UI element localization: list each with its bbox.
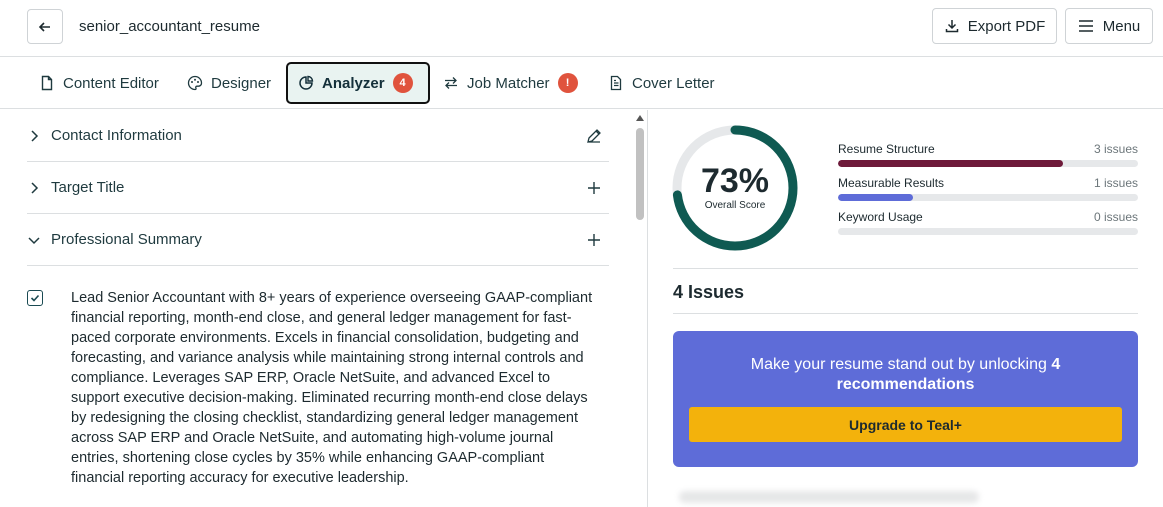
tab-job-matcher-label: Job Matcher (467, 74, 550, 92)
tab-job-matcher[interactable]: Job Matcher ! (433, 62, 588, 104)
tab-bar: Content Editor Designer Analyzer 4 Job M… (0, 57, 1163, 109)
metric-bar-fill (838, 194, 913, 201)
menu-button[interactable]: Menu (1065, 8, 1153, 44)
letter-icon (610, 75, 622, 91)
scroll-thumb[interactable] (636, 128, 644, 220)
upgrade-promo-card: Make your resume stand out by unlocking … (673, 331, 1138, 467)
menu-label: Menu (1102, 17, 1141, 35)
issues-count-badge: 4 (392, 73, 413, 93)
analyzer-pane: 73% Overall Score Resume Structure 3 iss… (649, 110, 1163, 507)
tab-designer[interactable]: Designer (177, 62, 281, 104)
export-pdf-button[interactable]: Export PDF (932, 8, 1057, 44)
export-pdf-label: Export PDF (967, 17, 1046, 35)
pie-chart-icon (299, 75, 314, 90)
issues-heading: 4 Issues (673, 282, 745, 302)
overall-score-value: 73% (700, 162, 770, 200)
upgrade-button[interactable]: Upgrade to Teal+ (689, 407, 1122, 442)
tab-content-editor[interactable]: Content Editor (29, 62, 169, 104)
promo-text: Make your resume stand out by unlocking … (703, 355, 1108, 395)
content-editor-pane: Contact Information Target Title Profess… (0, 110, 648, 507)
document-icon (41, 75, 53, 91)
metric-bar (838, 160, 1138, 167)
section-label: Professional Summary (51, 231, 202, 248)
locked-issue-placeholder (679, 491, 979, 503)
plus-icon[interactable] (585, 231, 603, 249)
alert-badge: ! (557, 73, 578, 93)
overall-score-label: Overall Score (704, 200, 766, 211)
hamburger-icon (1078, 20, 1093, 32)
divider (673, 313, 1138, 314)
chevron-right-icon (31, 129, 39, 142)
metric-issues: 1 issues (1093, 176, 1138, 190)
chevron-down-icon (28, 236, 40, 244)
tab-analyzer-label: Analyzer (322, 74, 385, 92)
pencil-icon[interactable] (585, 127, 603, 145)
section-contact-information[interactable]: Contact Information (27, 110, 609, 162)
scroll-up-arrow[interactable] (636, 115, 644, 121)
top-bar: senior_accountant_resume Export PDF Menu (0, 0, 1163, 57)
summary-text[interactable]: Lead Senior Accountant with 8+ years of … (71, 288, 596, 488)
chevron-right-icon (31, 181, 39, 194)
swap-arrows-icon (445, 77, 457, 89)
metric-bar (838, 228, 1138, 235)
metric-name: Measurable Results (838, 176, 945, 190)
document-title: senior_accountant_resume (79, 18, 260, 35)
divider (673, 268, 1138, 269)
download-icon (945, 20, 958, 33)
promo-text-before: Make your resume stand out by unlocking (750, 356, 1052, 373)
tab-cover-letter[interactable]: Cover Letter (598, 62, 725, 104)
metric-name: Keyword Usage (838, 210, 923, 224)
metric-bar-fill (838, 160, 1063, 167)
palette-icon (187, 75, 203, 91)
metric-bar (838, 194, 1138, 201)
tab-designer-label: Designer (211, 74, 272, 92)
plus-icon[interactable] (585, 179, 603, 197)
scrollbar[interactable] (633, 110, 647, 507)
tab-content-editor-label: Content Editor (63, 74, 159, 92)
metric-name: Resume Structure (838, 142, 935, 156)
section-label: Target Title (51, 179, 125, 196)
tab-analyzer[interactable]: Analyzer 4 (286, 62, 430, 104)
tab-cover-letter-label: Cover Letter (632, 74, 715, 92)
back-button[interactable] (27, 9, 63, 44)
arrow-left-icon (38, 21, 50, 32)
checkmark-icon (30, 294, 40, 302)
metric-issues: 0 issues (1093, 210, 1138, 224)
section-professional-summary[interactable]: Professional Summary (27, 214, 609, 266)
section-label: Contact Information (51, 127, 182, 144)
section-target-title[interactable]: Target Title (27, 162, 609, 214)
metric-issues: 3 issues (1093, 142, 1138, 156)
summary-checkbox[interactable] (27, 290, 43, 306)
